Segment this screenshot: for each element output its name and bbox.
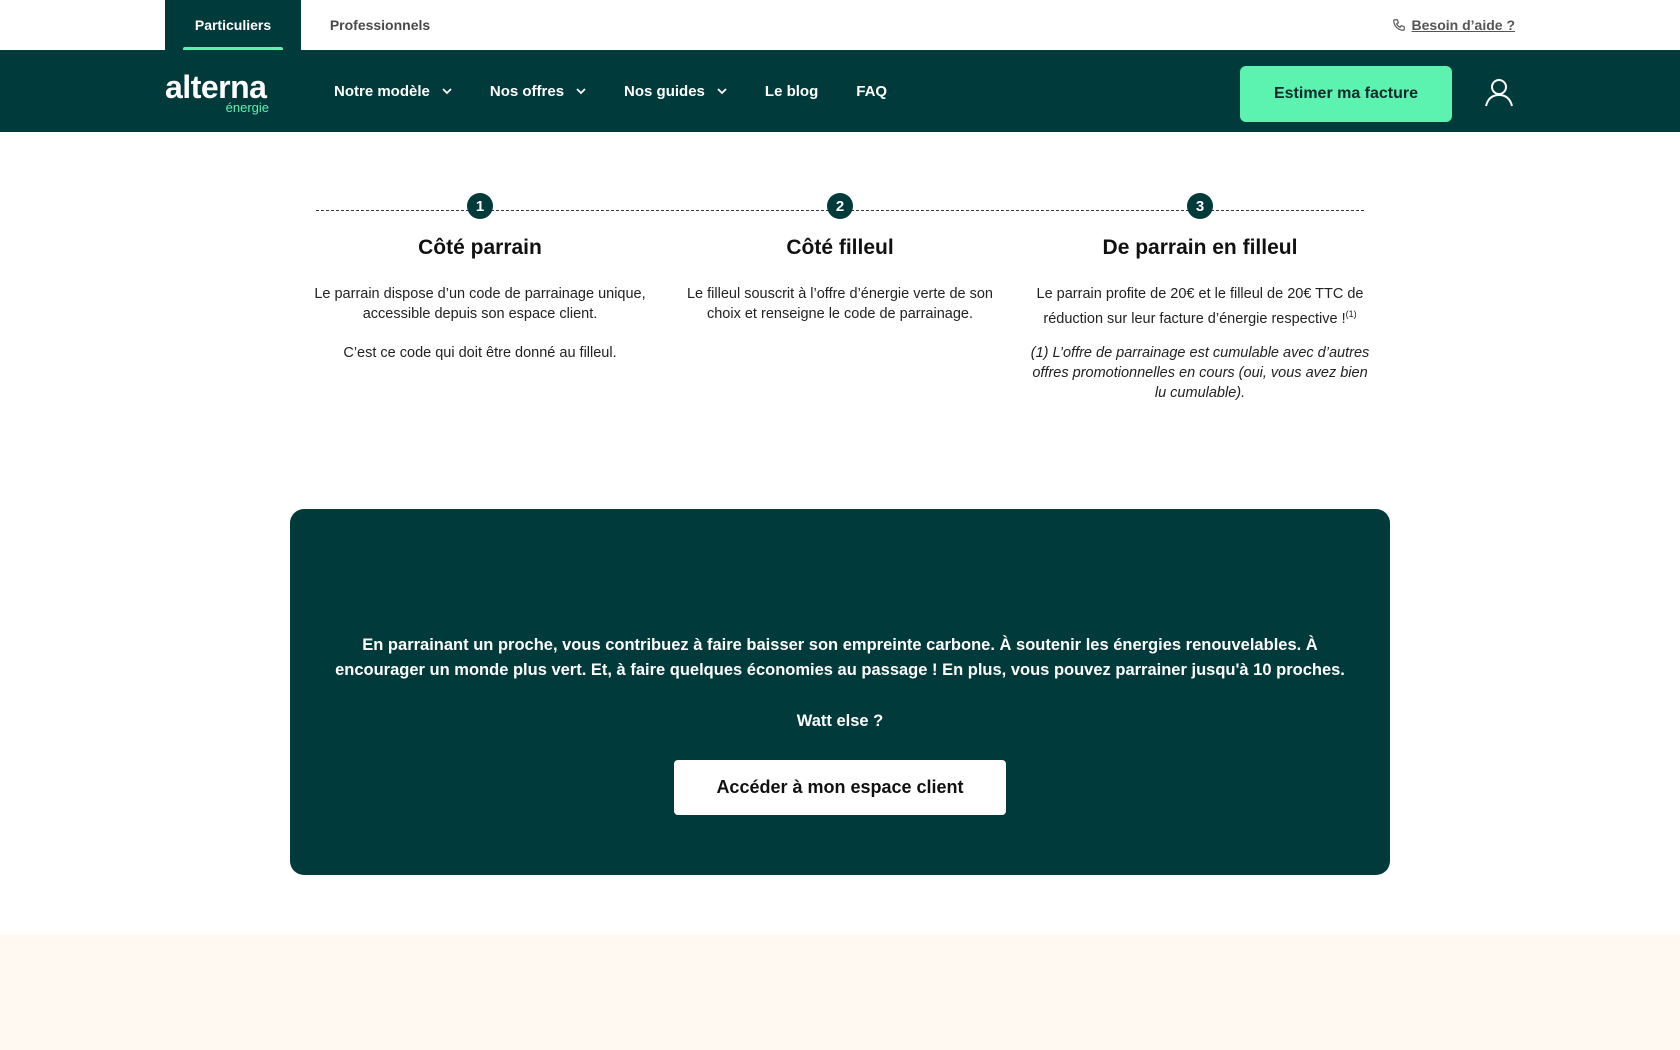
bottom-section xyxy=(0,935,1680,1050)
nav-item-notre-modele[interactable]: Notre modèle xyxy=(334,83,452,100)
nav-menu: Notre modèle Nos offres Nos guides Le bl… xyxy=(334,50,925,132)
tab-particuliers[interactable]: Particuliers xyxy=(165,0,301,50)
step-title: Côté parrain xyxy=(418,236,542,259)
logo-sub: énergie xyxy=(225,100,269,115)
nav-item-label: Nos guides xyxy=(624,82,705,100)
tab-professionnels[interactable]: Professionnels xyxy=(315,0,445,50)
phone-icon xyxy=(1392,19,1405,31)
footnote-marker: (1) xyxy=(1345,309,1357,319)
step-text: Le filleul souscrit à l’offre d’énergie … xyxy=(686,286,993,322)
alterna-logo[interactable]: alterna énergie xyxy=(165,69,275,115)
referral-card-tagline: Watt else ? xyxy=(796,712,884,730)
top-bar: Particuliers Professionnels Besoin d’aid… xyxy=(0,0,1680,50)
referral-card: En parrainant un proche, vous contribuez… xyxy=(290,509,1390,875)
step-cote-filleul: Côté filleul Le filleul souscrit à l’off… xyxy=(670,236,1010,324)
help-link[interactable]: Besoin d’aide ? xyxy=(1392,0,1515,50)
step-number-badge: 2 xyxy=(827,193,853,219)
step-number-badge: 1 xyxy=(467,193,493,219)
step-de-parrain-en-filleul: De parrain en filleul Le parrain profite… xyxy=(1030,236,1370,403)
chevron-down-icon xyxy=(442,88,452,95)
main-navbar: alterna énergie Notre modèle Nos offres … xyxy=(0,50,1680,132)
step-title: De parrain en filleul xyxy=(1102,236,1298,259)
referral-card-text: En parrainant un proche, vous contribuez… xyxy=(335,636,1345,679)
nav-item-label: Nos offres xyxy=(489,82,565,100)
user-icon[interactable] xyxy=(1484,77,1514,107)
client-space-button[interactable]: Accéder à mon espace client xyxy=(674,760,1006,815)
step-number-badge: 3 xyxy=(1187,193,1213,219)
step-footnote: (1) L’offre de parrainage est cumulable … xyxy=(1030,344,1370,401)
nav-item-label: FAQ xyxy=(856,82,888,100)
nav-item-nos-offres[interactable]: Nos offres xyxy=(490,83,586,100)
step-text: C’est ce code qui doit être donné au fil… xyxy=(343,345,617,361)
estimate-bill-button[interactable]: Estimer ma facture xyxy=(1240,66,1452,122)
nav-item-le-blog[interactable]: Le blog xyxy=(765,83,818,100)
nav-item-label: Le blog xyxy=(764,82,819,100)
help-label: Besoin d’aide ? xyxy=(1411,17,1515,33)
nav-item-faq[interactable]: FAQ xyxy=(856,83,887,100)
nav-item-nos-guides[interactable]: Nos guides xyxy=(624,83,727,100)
chevron-down-icon xyxy=(576,88,586,95)
step-text: Le parrain dispose d’un code de parraina… xyxy=(314,286,646,322)
chevron-down-icon xyxy=(717,88,727,95)
nav-item-label: Notre modèle xyxy=(334,82,430,100)
step-text: Le parrain profite de 20€ et le filleul … xyxy=(1030,284,1370,329)
step-text-body: Le parrain profite de 20€ et le filleul … xyxy=(1036,286,1364,327)
step-cote-parrain: Côté parrain Le parrain dispose d’un cod… xyxy=(310,236,650,363)
step-title: Côté filleul xyxy=(786,236,894,259)
